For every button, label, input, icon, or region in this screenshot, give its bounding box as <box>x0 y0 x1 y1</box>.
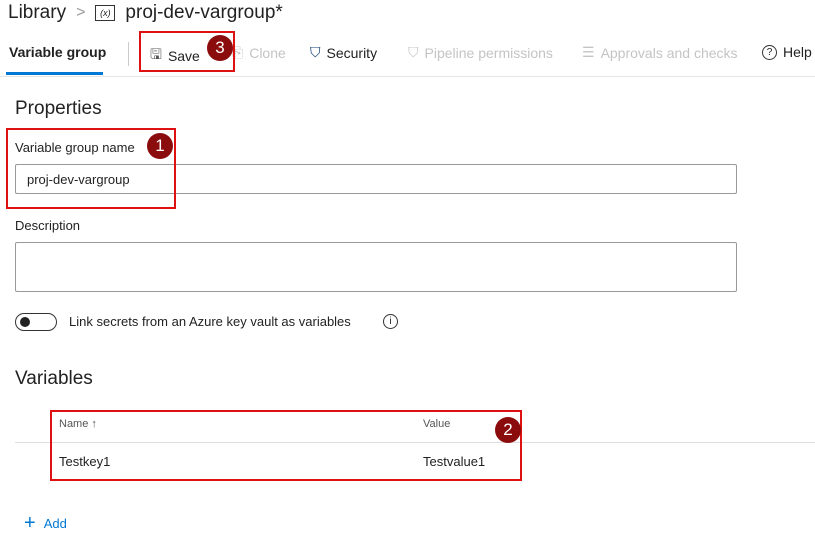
description-input[interactable] <box>15 242 737 292</box>
highlight-box-2 <box>50 410 522 481</box>
link-secrets-label: Link secrets from an Azure key vault as … <box>69 314 351 329</box>
approvals-button[interactable]: ☰ Approvals and checks <box>582 44 738 61</box>
info-icon[interactable]: i <box>383 314 398 329</box>
variables-heading: Variables <box>15 368 93 389</box>
description-label: Description <box>15 218 81 233</box>
approvals-label: Approvals and checks <box>600 44 738 61</box>
help-button[interactable]: ? Help <box>762 44 812 60</box>
tab-label: Variable group <box>9 44 107 60</box>
security-label: Security <box>326 44 378 61</box>
pipeline-permissions-label: Pipeline permissions <box>424 44 553 61</box>
pipeline-permissions-button[interactable]: ⛉ Pipeline permissions <box>408 44 553 61</box>
security-button[interactable]: ⛉ Security <box>310 44 377 61</box>
help-icon: ? <box>762 44 777 60</box>
checklist-icon: ☰ <box>582 44 595 60</box>
page-title: proj-dev-vargroup* <box>125 2 283 23</box>
clone-label: Clone <box>249 44 286 61</box>
breadcrumb-library[interactable]: Library <box>8 2 66 24</box>
tab-variable-group[interactable]: Variable group <box>9 44 106 60</box>
add-label: Add <box>43 516 67 531</box>
annotation-badge-1: 1 <box>147 133 173 159</box>
link-secrets-toggle[interactable] <box>15 313 57 331</box>
shield-icon: ⛉ <box>408 44 419 60</box>
annotation-badge-2: 2 <box>495 417 521 443</box>
chevron-right-icon: > <box>76 4 86 21</box>
toolbar: Variable group 🖫 Save ⎘ Clone ⛉ Security ⛉ P… <box>0 38 815 77</box>
breadcrumb: Library > (x) proj-dev-vargroup* <box>8 2 283 24</box>
shield-icon: ⛉ <box>310 44 321 60</box>
add-variable-button[interactable]: + Add <box>24 512 67 535</box>
plus-icon: + <box>24 512 36 534</box>
divider <box>128 42 129 66</box>
annotation-badge-3: 3 <box>207 35 233 61</box>
tab-underline <box>6 72 103 75</box>
clone-button[interactable]: ⎘ Clone <box>232 44 286 61</box>
help-label: Help <box>783 44 812 60</box>
variable-group-icon: (x) <box>95 5 116 21</box>
properties-heading: Properties <box>15 98 102 119</box>
